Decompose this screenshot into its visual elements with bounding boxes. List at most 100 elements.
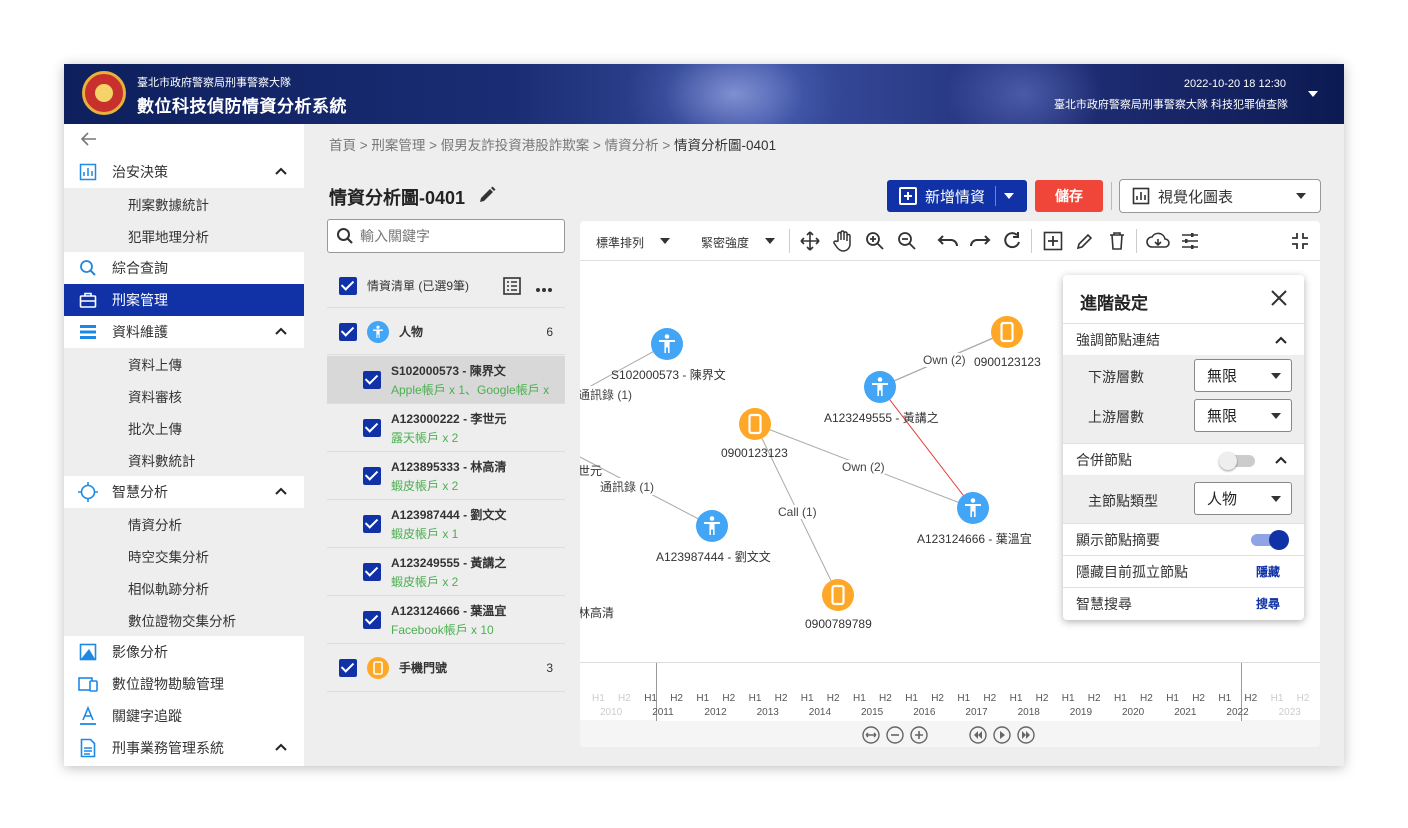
zoom-in-circle-icon[interactable] [910, 726, 928, 744]
chevron-up-icon[interactable] [274, 740, 288, 757]
add-node-icon[interactable] [1041, 229, 1065, 253]
sidebar-subitem-spacetime[interactable]: 時空交集分析 [64, 540, 304, 572]
redo-icon[interactable] [968, 229, 992, 253]
list-item[interactable]: A123000222 - 李世元 露天帳戶 x 2 [327, 404, 565, 452]
smart-search-button[interactable]: 搜尋 [1256, 595, 1280, 612]
sidebar-subitem-data-review[interactable]: 資料審核 [64, 380, 304, 412]
phone-node[interactable] [739, 408, 771, 444]
close-icon[interactable] [1270, 289, 1288, 313]
visualization-select[interactable]: 視覺化圖表 [1119, 179, 1321, 213]
chevron-up-icon[interactable] [274, 324, 288, 341]
list-item[interactable]: A123895333 - 林高清 蝦皮帳戶 x 2 [327, 452, 565, 500]
chevron-up-icon[interactable] [274, 164, 288, 181]
zoom-out-icon[interactable] [895, 229, 919, 253]
delete-trash-icon[interactable] [1105, 229, 1129, 253]
list-item[interactable]: A123249555 - 黃講之 蝦皮帳戶 x 2 [327, 548, 565, 596]
sidebar-item-criminal-business[interactable]: 刑事業務管理系統 [64, 732, 304, 764]
sidebar-item-image-analysis[interactable]: 影像分析 [64, 636, 304, 668]
upstream-select[interactable]: 無限 [1194, 399, 1292, 432]
edit-pencil-icon[interactable] [1073, 229, 1097, 253]
person-node[interactable] [651, 328, 683, 364]
layout-select-label[interactable]: 標準排列 [596, 234, 644, 251]
add-intel-button[interactable]: 新增情資 [887, 180, 1027, 212]
sidebar-item-security-decision[interactable]: 治安決策 [64, 156, 304, 188]
chevron-down-icon[interactable] [660, 238, 670, 244]
sidebar-item-smart-analysis[interactable]: 智慧分析 [64, 476, 304, 508]
fullscreen-exit-icon[interactable] [1288, 229, 1312, 253]
sidebar-subitem-intel-analysis[interactable]: 情資分析 [64, 508, 304, 540]
user-menu-caret-icon[interactable] [1308, 91, 1318, 97]
chevron-down-icon[interactable] [1004, 193, 1015, 199]
fit-width-icon[interactable] [862, 726, 880, 744]
timeline-track[interactable]: H1 H2 2010 H1 H2 2011 H1 H2 2012 H1 H2 2013 H1 H2 2014… [580, 662, 1320, 721]
group-person-checkbox[interactable] [339, 322, 357, 341]
item-checkbox[interactable] [363, 466, 381, 485]
person-node[interactable] [957, 492, 989, 528]
person-node[interactable] [696, 510, 728, 546]
group-phone-checkbox[interactable] [339, 658, 357, 677]
zoom-out-circle-icon[interactable] [886, 726, 904, 744]
show-summary-toggle[interactable] [1249, 530, 1291, 550]
hide-isolated-button[interactable]: 隱藏 [1256, 563, 1280, 580]
merge-nodes-toggle[interactable] [1219, 452, 1257, 470]
sidebar-subitem-digital-evidence[interactable]: 數位證物交集分析 [64, 604, 304, 636]
move-icon[interactable] [798, 229, 822, 253]
edit-title-pencil-icon[interactable] [477, 185, 497, 209]
cloud-download-icon[interactable] [1146, 229, 1170, 253]
list-item[interactable]: A123124666 - 葉溫宜 Facebook帳戶 x 10 [327, 596, 565, 644]
save-button[interactable]: 儲存 [1035, 180, 1103, 212]
refresh-icon[interactable] [1000, 229, 1024, 253]
chevron-up-icon[interactable] [274, 484, 288, 501]
sidebar-subitem-crime-geo[interactable]: 犯罪地理分析 [64, 220, 304, 252]
settings-sliders-icon[interactable] [1178, 229, 1202, 253]
highlight-links-row[interactable]: 強調節點連結 [1063, 323, 1304, 355]
search-input[interactable] [360, 228, 550, 244]
density-select-label[interactable]: 緊密強度 [701, 234, 749, 251]
chevron-down-icon[interactable] [765, 238, 775, 244]
play-icon[interactable] [993, 726, 1011, 744]
merge-nodes-row[interactable]: 合併節點 [1063, 443, 1304, 475]
keyword-search[interactable] [327, 219, 565, 253]
person-node[interactable] [864, 371, 896, 407]
main-node-type-select[interactable]: 人物 [1194, 482, 1292, 515]
item-checkbox[interactable] [363, 370, 381, 389]
sidebar-subitem-data-count[interactable]: 資料數統計 [64, 444, 304, 476]
sidebar-item-case-management[interactable]: 刑案管理 [64, 284, 304, 316]
list-item[interactable]: A123987444 - 劉文文 蝦皮帳戶 x 1 [327, 500, 565, 548]
phone-node[interactable] [991, 316, 1023, 352]
sidebar-item-evidence-management[interactable]: 數位證物勘驗管理 [64, 668, 304, 700]
document-icon [78, 738, 98, 758]
sidebar-item-keyword-tracking[interactable]: 關鍵字追蹤 [64, 700, 304, 732]
list-view-icon[interactable] [503, 277, 521, 298]
undo-icon[interactable] [936, 229, 960, 253]
select-all-checkbox[interactable] [339, 276, 357, 295]
list-item[interactable]: S102000573 - 陳界文 Apple帳戶 x 1、Google帳戶 x [327, 356, 565, 404]
downstream-select[interactable]: 無限 [1194, 359, 1292, 392]
sidebar-item-search[interactable]: 綜合查詢 [64, 252, 304, 284]
timeline-selection-window[interactable] [656, 663, 1242, 721]
item-checkbox[interactable] [363, 514, 381, 533]
item-checkbox[interactable] [363, 610, 381, 629]
chevron-up-icon[interactable] [1274, 453, 1288, 470]
more-options-icon[interactable] [535, 282, 553, 296]
group-person[interactable]: 人物 6 [327, 309, 565, 355]
breadcrumb-path[interactable]: 首頁 > 刑案管理 > 假男友詐投資港股詐欺案 > 情資分析 > [329, 138, 674, 153]
sidebar-subitem-case-stats[interactable]: 刑案數據統計 [64, 188, 304, 220]
sidebar-item-data-maintenance[interactable]: 資料維護 [64, 316, 304, 348]
pan-hand-icon[interactable] [831, 229, 855, 253]
timeline[interactable]: H1 H2 2010 H1 H2 2011 H1 H2 2012 H1 H2 2013 H1 H2 2014… [580, 662, 1320, 747]
fast-forward-icon[interactable] [1017, 726, 1035, 744]
chevron-up-icon[interactable] [1274, 333, 1288, 350]
sidebar-subitem-data-upload[interactable]: 資料上傳 [64, 348, 304, 380]
sidebar-subitem-similar-track[interactable]: 相似軌跡分析 [64, 572, 304, 604]
back-arrow-icon[interactable] [80, 130, 98, 153]
show-summary-row[interactable]: 顯示節點摘要 [1063, 523, 1304, 555]
phone-node[interactable] [822, 579, 854, 615]
group-phone[interactable]: 手機門號 3 [327, 644, 565, 692]
sidebar-subitem-batch-upload[interactable]: 批次上傳 [64, 412, 304, 444]
header-unit[interactable]: 臺北市政府警察局刑事警察大隊 科技犯罪偵查隊 [1054, 96, 1288, 112]
rewind-icon[interactable] [969, 726, 987, 744]
item-checkbox[interactable] [363, 418, 381, 437]
zoom-in-icon[interactable] [863, 229, 887, 253]
item-checkbox[interactable] [363, 562, 381, 581]
